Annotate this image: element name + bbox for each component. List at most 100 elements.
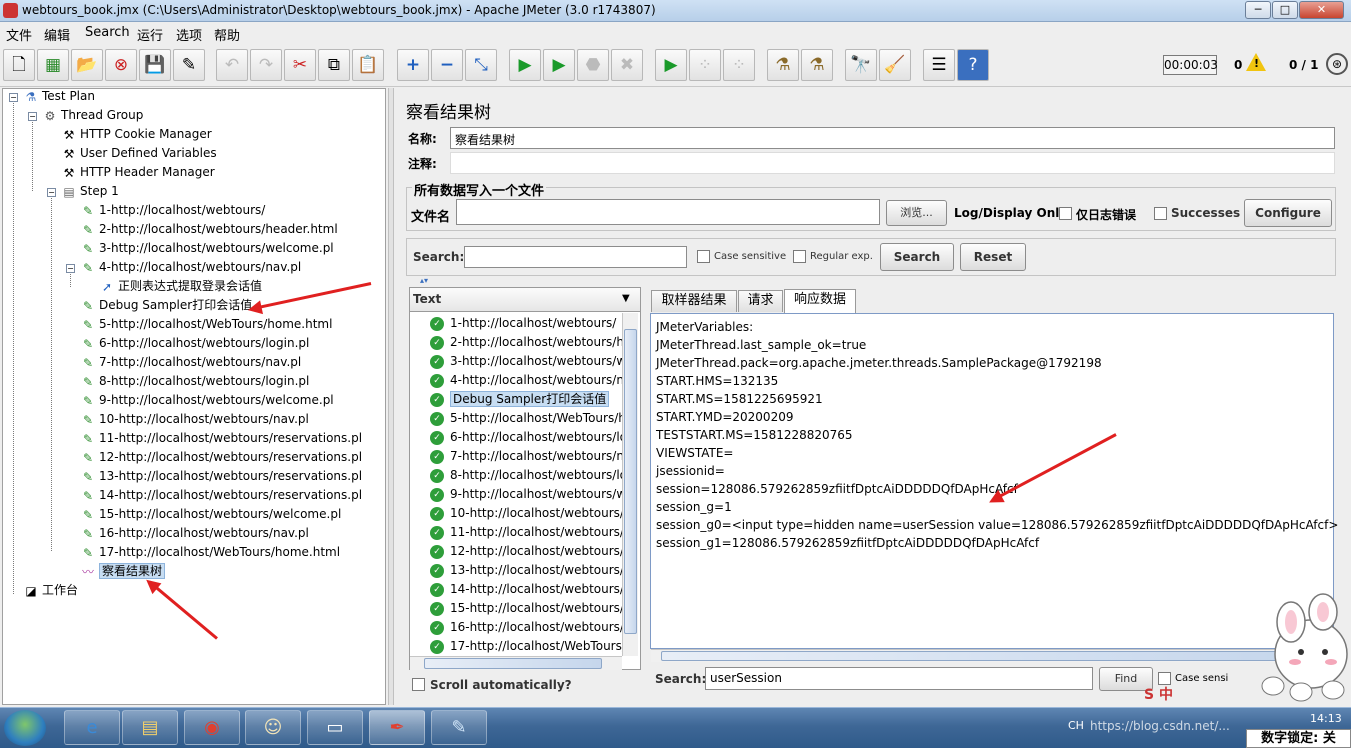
result-list-hscrollbar[interactable] (410, 656, 622, 670)
search-icon[interactable]: 🔭 (845, 49, 877, 81)
regex-checkbox[interactable] (793, 250, 806, 263)
start-no-pause-icon[interactable]: ▶ (543, 49, 575, 81)
result-item[interactable]: ✓3-http://localhost/webtours/welcome.pl (430, 352, 626, 371)
result-item[interactable]: ✓4-http://localhost/webtours/nav.pl (430, 371, 626, 390)
expand-icon[interactable]: + (397, 49, 429, 81)
tree-node-sampler[interactable]: ✎ 3-http://localhost/webtours/welcome.pl (80, 239, 334, 257)
case-sensitive-checkbox[interactable] (697, 250, 710, 263)
tree-node-debug-sampler[interactable]: ✎ Debug Sampler打印会话值 (80, 296, 252, 314)
scroll-auto-checkbox[interactable] (412, 678, 425, 691)
copy-icon[interactable]: ⧉ (318, 49, 350, 81)
result-item[interactable]: ✓14-http://localhost/webtours/reservatio… (430, 580, 626, 599)
tree-node-sampler[interactable]: ✎ 9-http://localhost/webtours/welcome.pl (80, 391, 334, 409)
stop-icon[interactable]: ⬣ (577, 49, 609, 81)
tree-expander[interactable]: − (47, 188, 56, 197)
name-input[interactable]: 察看结果树 (450, 127, 1335, 149)
filename-input[interactable] (456, 199, 880, 225)
tree-node-sampler[interactable]: ✎ 7-http://localhost/webtours/nav.pl (80, 353, 301, 371)
result-list-vscrollbar[interactable] (622, 313, 638, 656)
response-data-area[interactable]: JMeterVariables: JMeterThread.last_sampl… (650, 313, 1338, 649)
result-item[interactable]: ✓2-http://localhost/webtours/header.html (430, 333, 626, 352)
taskbar-clock[interactable]: 14:13 (1310, 712, 1342, 725)
cmd-icon[interactable]: ▭ (307, 710, 363, 745)
tree-node-thread-group[interactable]: ⚙ Thread Group (42, 106, 144, 124)
clear-all-icon[interactable]: ⚗ (801, 49, 833, 81)
result-item[interactable]: ✓17-http://localhost/WebTours/home.html (430, 637, 626, 656)
chevron-down-icon[interactable]: ▼ (622, 293, 630, 304)
tree-node-test-plan[interactable]: ⚗ Test Plan (23, 87, 95, 105)
tab-response-data[interactable]: 响应数据 (784, 289, 856, 313)
save-as-icon[interactable]: ✎ (173, 49, 205, 81)
result-item-selected[interactable]: ✓ Debug Sampler打印会话值 (430, 390, 626, 409)
close-button[interactable]: ✕ (1299, 1, 1344, 19)
menu-options[interactable]: 选项 (176, 25, 202, 44)
renderer-combo[interactable]: Text ▼ (409, 287, 641, 312)
tree-node-sampler[interactable]: ✎ 15-http://localhost/webtours/welcome.pl (80, 505, 341, 523)
ie-icon[interactable]: e (64, 710, 120, 745)
tray-language[interactable]: CH (1068, 719, 1084, 732)
pane-splitter[interactable] (388, 88, 394, 705)
result-item[interactable]: ✓10-http://localhost/webtours/nav.pl (430, 504, 626, 523)
tree-node-sampler[interactable]: ✎ 4-http://localhost/webtours/nav.pl (80, 258, 301, 276)
tree-expander[interactable]: − (9, 93, 18, 102)
result-item[interactable]: ✓9-http://localhost/webtours/welcome.pl (430, 485, 626, 504)
remote-start-icon[interactable]: ▶ (655, 49, 687, 81)
maximize-button[interactable]: □ (1272, 1, 1298, 19)
save-icon[interactable]: 💾 (139, 49, 171, 81)
scroll-thumb[interactable] (624, 329, 637, 634)
result-item[interactable]: ✓ 1-http://localhost/webtours/ (430, 314, 626, 333)
result-item[interactable]: ✓16-http://localhost/webtours/nav.pl (430, 618, 626, 637)
tree-node-sampler[interactable]: ✎ 8-http://localhost/webtours/login.pl (80, 372, 309, 390)
menu-help[interactable]: 帮助 (214, 25, 240, 44)
scroll-thumb[interactable] (424, 658, 602, 669)
tree-node-sampler[interactable]: ✎ 5-http://localhost/WebTours/home.html (80, 315, 332, 333)
tree-node-sampler[interactable]: ✎ 13-http://localhost/webtours/reservatio… (80, 467, 362, 485)
menu-edit[interactable]: 编辑 (44, 25, 70, 44)
browse-button[interactable]: 浏览... (886, 200, 947, 226)
ime-indicator[interactable]: S 中 (1144, 684, 1254, 704)
reset-button[interactable]: Reset (960, 243, 1026, 271)
result-item[interactable]: ✓12-http://localhost/webtours/reservatio… (430, 542, 626, 561)
undo-icon[interactable]: ↶ (216, 49, 248, 81)
result-item[interactable]: ✓15-http://localhost/webtours/welcome.pl (430, 599, 626, 618)
open-icon[interactable]: 📂 (71, 49, 103, 81)
result-item[interactable]: ✓8-http://localhost/webtours/login.pl (430, 466, 626, 485)
errors-only-checkbox[interactable] (1059, 207, 1072, 220)
paste-icon[interactable]: 📋 (352, 49, 384, 81)
loadrunner-icon[interactable]: ☺ (245, 710, 301, 745)
search-button[interactable]: Search (880, 243, 954, 271)
tree-node-sampler[interactable]: ✎ 11-http://localhost/webtours/reservatio… (80, 429, 362, 447)
templates-icon[interactable]: ▦ (37, 49, 69, 81)
tab-sampler-result[interactable]: 取样器结果 (651, 290, 737, 312)
test-plan-tree[interactable]: − − − − ⚗ Test Plan ⚙ Thread Group ⚒ HTTP C… (2, 88, 386, 705)
toggle-icon[interactable]: ⤡ (465, 49, 497, 81)
tree-node-sampler[interactable]: ✎ 12-http://localhost/webtours/reservatio… (80, 448, 362, 466)
menu-search[interactable]: Search (85, 25, 130, 40)
tree-expander[interactable]: − (66, 264, 75, 273)
scroll-thumb[interactable] (661, 651, 1311, 661)
new-icon[interactable]: 🗋 (3, 49, 35, 81)
tree-node-sampler[interactable]: ✎ 14-http://localhost/webtours/reservatio… (80, 486, 362, 504)
close-file-icon[interactable]: ⊗ (105, 49, 137, 81)
jmeter-feather-icon[interactable]: ✒ (369, 710, 425, 745)
tree-node-sampler[interactable]: ✎ 10-http://localhost/webtours/nav.pl (80, 410, 309, 428)
result-item[interactable]: ✓11-http://localhost/webtours/reservatio… (430, 523, 626, 542)
tree-node-sampler[interactable]: ✎ 2-http://localhost/webtours/header.html (80, 220, 338, 238)
redo-icon[interactable]: ↷ (250, 49, 282, 81)
tree-expander[interactable]: − (28, 112, 37, 121)
collapse-icon[interactable]: − (431, 49, 463, 81)
tree-node-workbench[interactable]: ◪ 工作台 (23, 581, 78, 599)
shutdown-icon[interactable]: ✖ (611, 49, 643, 81)
menu-run[interactable]: 运行 (137, 25, 163, 44)
help-icon[interactable]: ? (957, 49, 989, 81)
result-item[interactable]: ✓7-http://localhost/webtours/nav.pl (430, 447, 626, 466)
remote-stop-icon[interactable]: ⁘ (689, 49, 721, 81)
comment-input[interactable] (450, 152, 1335, 174)
chrome-icon[interactable]: ◉ (184, 710, 240, 745)
split-arrows-icon[interactable]: ▴▾ (420, 276, 428, 285)
tab-request[interactable]: 请求 (738, 290, 783, 312)
remote-shutdown-icon[interactable]: ⁘ (723, 49, 755, 81)
tree-node-http-cookie-manager[interactable]: ⚒ HTTP Cookie Manager (61, 125, 212, 143)
explorer-icon[interactable]: ▤ (122, 710, 178, 745)
configure-button[interactable]: Configure (1244, 199, 1332, 227)
